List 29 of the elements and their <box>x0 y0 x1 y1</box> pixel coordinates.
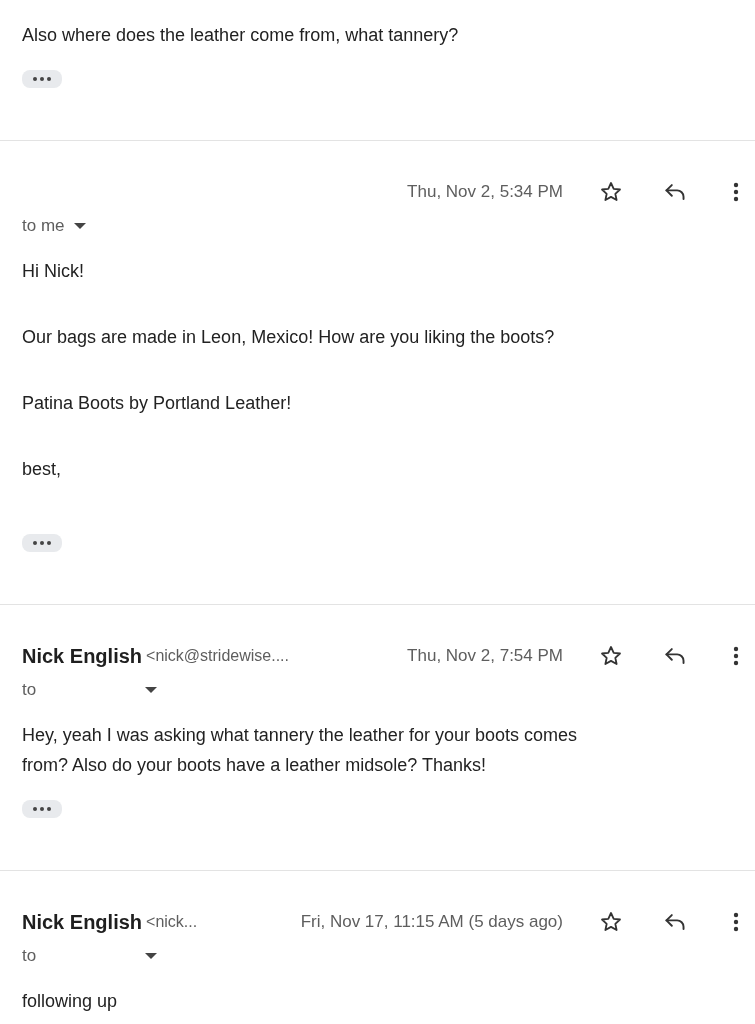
sender-email: <nick@stridewise.... <box>146 647 289 665</box>
star-button[interactable] <box>599 910 623 934</box>
more-options-button[interactable] <box>733 182 739 202</box>
message-text: best, <box>22 458 63 481</box>
reply-button[interactable] <box>665 914 685 930</box>
message-text: Hey, yeah I was asking what tannery the leather for your boots comes from? Also do your boots have a leather midsole? Thanks! <box>22 724 578 777</box>
more-options-button[interactable] <box>733 646 739 666</box>
show-trimmed-content-button[interactable] <box>22 800 62 818</box>
sender-name: Nick English <box>22 910 143 934</box>
show-trimmed-content-button[interactable] <box>22 70 62 88</box>
message-text: Our bags are made in Leon, Mexico! How are you liking the boots? <box>22 326 556 349</box>
message-text: following up <box>22 990 119 1013</box>
show-trimmed-content-button[interactable] <box>22 534 62 552</box>
message-text: Also where does the leather come from, what tannery? <box>22 24 460 47</box>
more-options-button[interactable] <box>733 912 739 932</box>
sender-name: Nick English <box>22 644 143 668</box>
recipient-label: to <box>22 946 37 966</box>
sender-email: <nick... <box>146 913 198 931</box>
reply-button[interactable] <box>665 184 685 200</box>
message-date: Thu, Nov 2, 7:54 PM <box>407 646 563 666</box>
message-text: Hi Nick! <box>22 260 85 283</box>
star-button[interactable] <box>599 644 623 668</box>
message-date: Fri, Nov 17, 11:15 AM (5 days ago) <box>300 912 563 932</box>
recipient-label: to <box>22 680 37 700</box>
star-button[interactable] <box>599 180 623 204</box>
message-text: Patina Boots by Portland Leather! <box>22 392 293 415</box>
recipient-label: to me <box>22 216 65 236</box>
message-date: Thu, Nov 2, 5:34 PM <box>407 182 563 202</box>
reply-button[interactable] <box>665 648 685 664</box>
